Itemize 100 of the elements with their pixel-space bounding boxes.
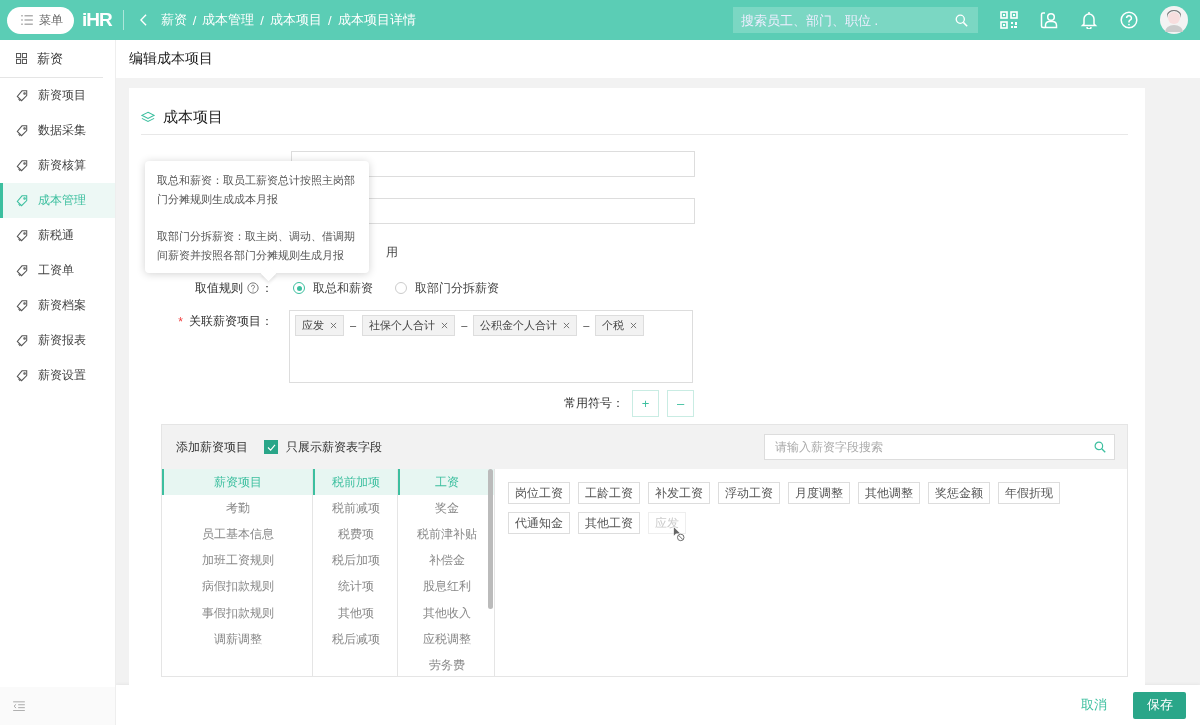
category-item[interactable]: 税后加项	[313, 547, 397, 574]
sidebar-item[interactable]: 工资单	[0, 253, 115, 288]
grid-icon	[16, 53, 27, 64]
scrollbar[interactable]	[488, 469, 493, 609]
category-item[interactable]: 员工基本信息	[162, 521, 312, 548]
symbol-button[interactable]: +	[632, 390, 659, 417]
tag-icon	[16, 369, 28, 382]
category-item[interactable]: 税前加项	[313, 469, 397, 496]
close-icon[interactable]	[330, 322, 337, 329]
category-item[interactable]: 考勤	[162, 495, 312, 522]
operator: –	[583, 318, 590, 333]
category-item[interactable]: 补偿金	[398, 547, 494, 574]
radio-option[interactable]: 取总和薪资	[293, 279, 373, 297]
category-item[interactable]: 薪资项目	[162, 469, 312, 496]
close-icon[interactable]	[441, 322, 449, 329]
tooltip-text: 取总和薪资：取员工薪资总计按照主岗部门分摊规则生成成本月报	[157, 173, 356, 207]
field-chip[interactable]: 岗位工资	[508, 482, 570, 504]
sidebar-item[interactable]: 薪资核算	[0, 148, 115, 183]
close-icon[interactable]	[630, 322, 638, 329]
field-chip[interactable]: 工龄工资	[578, 482, 640, 504]
category-item[interactable]: 劳务费	[398, 652, 494, 679]
sidebar-heading: 薪资	[37, 49, 63, 68]
category-item[interactable]: 应税调整	[398, 626, 494, 653]
category-item[interactable]: 工资	[398, 469, 494, 496]
tag-icon	[16, 264, 28, 277]
sidebar-item[interactable]: 数据采集	[0, 113, 115, 148]
breadcrumb-item[interactable]: 成本项目	[270, 11, 322, 29]
sidebar-item[interactable]: 薪资报表	[0, 323, 115, 358]
search-icon[interactable]	[1094, 441, 1106, 453]
tag-icon	[16, 124, 28, 137]
sidebar-item[interactable]: 成本管理	[0, 183, 115, 218]
logo: iHR	[82, 9, 112, 31]
field-chip[interactable]: 月度调整	[788, 482, 850, 504]
field-chip[interactable]: 浮动工资	[718, 482, 780, 504]
breadcrumb-separator: /	[192, 12, 197, 28]
sidebar-item[interactable]: 薪税通	[0, 218, 115, 253]
field-label: 常用符号：	[564, 395, 624, 412]
category-item[interactable]: 调薪调整	[162, 626, 312, 653]
tag-icon	[16, 299, 28, 312]
category-item[interactable]: 税费项	[313, 521, 397, 548]
back-icon[interactable]	[139, 14, 147, 26]
category-item[interactable]: 其他项	[313, 599, 397, 627]
save-button[interactable]: 保存	[1133, 691, 1186, 719]
field-chip[interactable]: 其他调整	[858, 482, 920, 504]
tag-icon	[16, 334, 28, 347]
checkbox[interactable]	[264, 440, 278, 454]
radio-option[interactable]: 取部门分拆薪资	[395, 279, 499, 297]
field-chip[interactable]: 代通知金	[508, 512, 570, 534]
operator: –	[461, 318, 468, 333]
collapse-icon[interactable]	[13, 701, 25, 711]
field-label: 关联薪资项目：	[189, 313, 273, 330]
formula-tag: 应发	[295, 315, 344, 336]
cancel-button[interactable]: 取消	[1075, 691, 1113, 719]
avatar[interactable]	[1160, 6, 1188, 34]
qr-code-icon[interactable]	[1000, 11, 1018, 29]
checkbox-label: 只展示薪资表字段	[286, 438, 382, 456]
field-chip[interactable]: 其他工资	[578, 512, 640, 534]
help-icon[interactable]	[247, 282, 259, 294]
category-item[interactable]: 税前减项	[313, 495, 397, 522]
category-item[interactable]: 税后减项	[313, 626, 397, 653]
category-item[interactable]: 统计项	[313, 573, 397, 600]
label-colon: ：	[261, 279, 273, 297]
tag-icon	[16, 89, 28, 102]
breadcrumb-item[interactable]: 成本管理	[202, 11, 255, 29]
field-chip[interactable]: 奖惩金额	[928, 482, 990, 504]
contacts-icon[interactable]	[1040, 11, 1058, 29]
tag-icon	[16, 229, 28, 242]
sidebar-item[interactable]: 薪资设置	[0, 358, 115, 393]
breadcrumb-separator: /	[260, 12, 264, 28]
category-item[interactable]: 加班工资规则	[162, 547, 312, 574]
operator: –	[350, 318, 357, 333]
layers-icon	[141, 111, 155, 124]
category-item[interactable]: 股息红利	[398, 573, 494, 600]
breadcrumb-separator: /	[328, 12, 332, 28]
tag-icon	[16, 194, 28, 207]
field-label: 取值规则	[195, 279, 243, 297]
tooltip-text: 取部门分拆薪资：取主岗、调动、借调期间薪资并按照各部门分摊规则生成月报	[157, 229, 356, 263]
category-item[interactable]: 病假扣款规则	[162, 573, 312, 600]
search-field[interactable]: 请输入薪资字段搜索	[764, 434, 1115, 460]
close-icon[interactable]	[563, 322, 571, 329]
symbol-button[interactable]: –	[667, 390, 694, 417]
category-item[interactable]: 税前津补贴	[398, 521, 494, 548]
breadcrumb-item[interactable]: 薪资	[160, 11, 187, 29]
sidebar-item[interactable]: 薪资档案	[0, 288, 115, 323]
formula-tag: 公积金个人合计	[473, 315, 578, 336]
category-item[interactable]: 其他收入	[398, 599, 494, 627]
formula-tag: 社保个人合计	[362, 315, 456, 336]
field-chip[interactable]: 补发工资	[648, 482, 710, 504]
menu-icon	[21, 15, 33, 25]
sidebar-item[interactable]: 薪资项目	[0, 78, 115, 113]
panel-title: 添加薪资项目	[176, 438, 248, 456]
category-item[interactable]: 奖金	[398, 495, 494, 522]
search-icon[interactable]	[955, 14, 968, 27]
required-mark: *	[178, 314, 183, 329]
field-chip[interactable]: 年假折现	[998, 482, 1060, 504]
menu-button[interactable]: 菜单	[7, 6, 74, 34]
formula-field[interactable]: 应发 – 社保个人合计 – 公积金个人合计 – 个税	[289, 310, 693, 383]
category-item[interactable]: 事假扣款规则	[162, 599, 312, 627]
breadcrumb-item[interactable]: 成本项目详情	[337, 11, 416, 29]
bell-icon[interactable]	[1080, 11, 1098, 29]
